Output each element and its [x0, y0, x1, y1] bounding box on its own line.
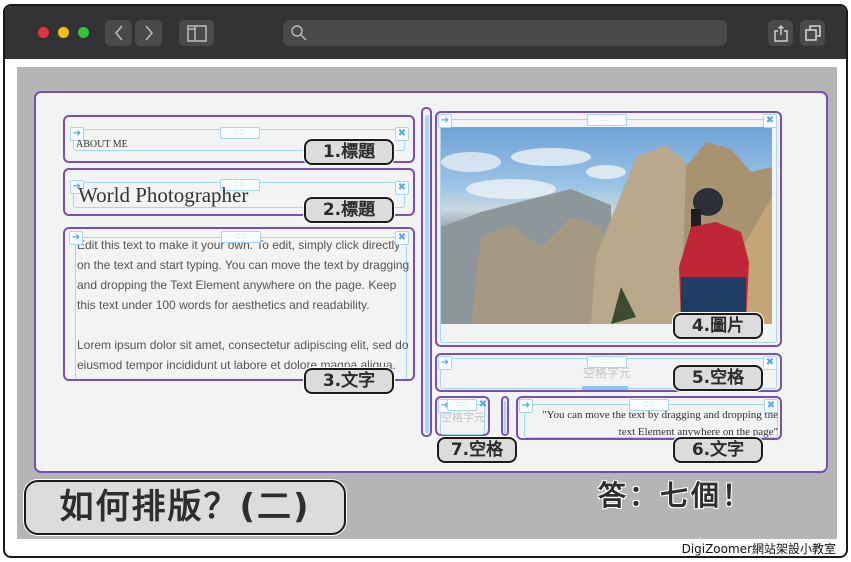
- share-icon: [773, 24, 788, 42]
- annotation-label-5: 5.空格: [673, 365, 763, 391]
- annotation-label-7: 7.空格: [437, 437, 517, 463]
- annotation-label-1: 1.標題: [304, 139, 394, 165]
- drag-grip-icon[interactable]: ::::: [629, 399, 669, 411]
- image-block-4[interactable]: ➜ :::: ✖: [435, 111, 782, 347]
- text-block-6[interactable]: "You can move the text by dragging and d…: [516, 396, 782, 440]
- credit-text: DigiZoomer網站架設小教室: [681, 542, 836, 556]
- minimize-window-button[interactable]: [58, 27, 69, 38]
- chevron-right-icon: [144, 25, 153, 41]
- tabs-icon: [804, 25, 821, 41]
- paragraph-1: Edit this text to make it your own. To e…: [77, 238, 410, 312]
- drag-grip-icon[interactable]: ::::: [587, 114, 627, 126]
- drag-grip-icon[interactable]: ::::: [221, 231, 261, 243]
- column-resize-handle[interactable]: [425, 115, 429, 433]
- arrow-icon[interactable]: ➜: [438, 114, 452, 128]
- spacer-block-7[interactable]: 空格字元 ➜ :::: ✖: [435, 396, 490, 436]
- arrow-icon[interactable]: ➜: [438, 356, 452, 370]
- annotation-label-3: 3.文字: [304, 368, 394, 394]
- photographer-image[interactable]: [441, 127, 772, 324]
- text-block-3[interactable]: Edit this text to make it your own. To e…: [63, 227, 415, 381]
- forward-button[interactable]: [135, 20, 162, 46]
- close-icon[interactable]: ✖: [395, 231, 409, 245]
- annotation-label-2: 2.標題: [304, 197, 394, 223]
- column-resize-handle[interactable]: [504, 401, 506, 433]
- tabs-button[interactable]: [800, 20, 825, 46]
- close-icon[interactable]: ✖: [763, 356, 777, 370]
- drag-grip-icon[interactable]: ::::: [587, 356, 627, 368]
- close-icon[interactable]: ✖: [395, 181, 409, 195]
- title-bar: [5, 6, 846, 59]
- browser-window: ➜ :::: ✖ ABOUT ME 1.標題 ➜ :::: ✖ World Ph…: [3, 4, 848, 558]
- heading-text[interactable]: World Photographer: [78, 183, 248, 208]
- close-icon[interactable]: ✖: [764, 399, 778, 413]
- address-bar[interactable]: [283, 20, 727, 46]
- heading-text[interactable]: ABOUT ME: [76, 139, 128, 150]
- quote-text[interactable]: "You can move the text by dragging and d…: [528, 407, 778, 441]
- annotation-label-6: 6.文字: [673, 437, 763, 463]
- mountain-photo: [441, 142, 772, 324]
- column-divider-small[interactable]: [501, 396, 509, 436]
- page-section[interactable]: ➜ :::: ✖ ABOUT ME 1.標題 ➜ :::: ✖ World Ph…: [34, 91, 828, 473]
- column-divider[interactable]: [421, 107, 432, 437]
- sidebar-button[interactable]: [179, 20, 214, 46]
- editor-canvas: ➜ :::: ✖ ABOUT ME 1.標題 ➜ :::: ✖ World Ph…: [17, 67, 837, 539]
- chevron-left-icon: [114, 25, 123, 41]
- arrow-icon[interactable]: ➜: [519, 399, 533, 413]
- zoom-window-button[interactable]: [78, 27, 89, 38]
- close-icon[interactable]: ✖: [395, 127, 409, 141]
- share-button[interactable]: [768, 20, 793, 46]
- close-window-button[interactable]: [38, 27, 49, 38]
- arrow-icon[interactable]: ➜: [69, 231, 83, 245]
- overlay-title: 如何排版？(二): [24, 480, 346, 535]
- drag-grip-icon[interactable]: ::::: [447, 399, 477, 411]
- paragraph-text[interactable]: Edit this text to make it your own. To e…: [77, 235, 411, 375]
- overlay-answer: 答：七個！: [598, 479, 754, 512]
- resize-handle[interactable]: [582, 386, 628, 390]
- close-icon[interactable]: ✖: [763, 114, 777, 128]
- drag-grip-icon[interactable]: ::::: [220, 127, 260, 139]
- sidebar-icon: [186, 24, 207, 42]
- back-button[interactable]: [105, 20, 132, 46]
- annotation-label-4: 4.圖片: [673, 313, 763, 339]
- close-icon[interactable]: ✖: [476, 399, 490, 413]
- search-icon: [291, 25, 307, 41]
